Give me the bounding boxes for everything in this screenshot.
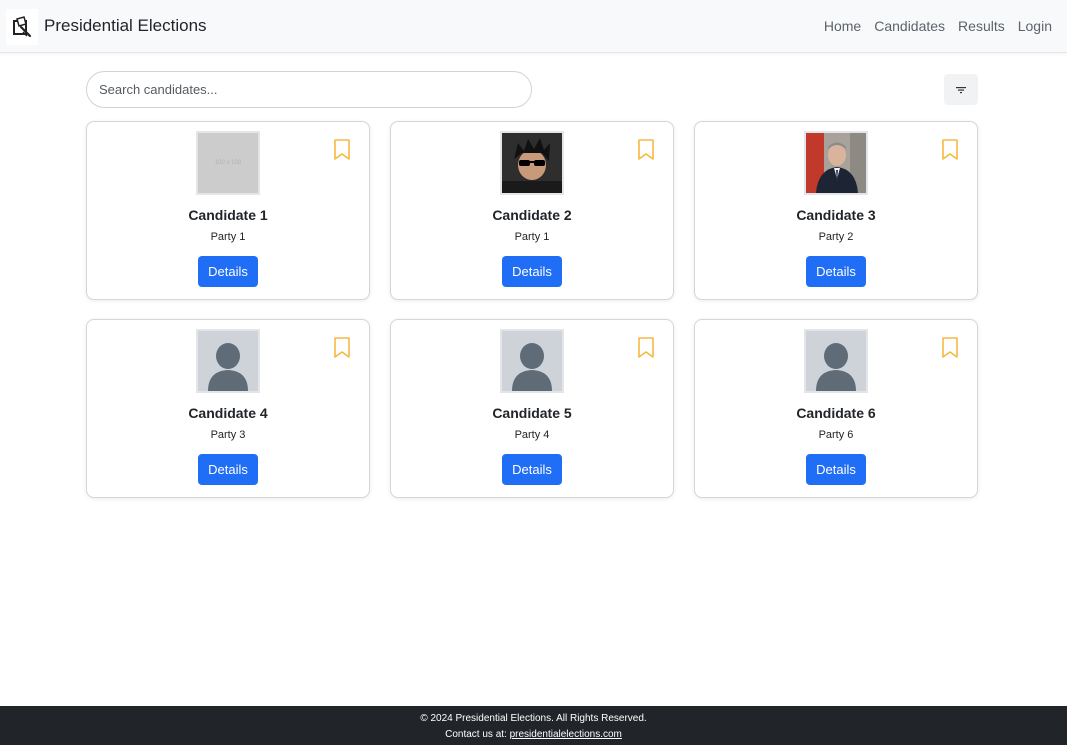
candidate-name: Candidate 3 <box>796 207 876 223</box>
contact-link[interactable]: presidentialelections.com <box>510 729 622 740</box>
candidate-card: Candidate 6 Party 6 Details <box>694 319 978 498</box>
default-user-icon <box>804 329 868 393</box>
details-button[interactable]: Details <box>198 256 258 287</box>
candidate-party: Party 3 <box>210 429 246 441</box>
default-user-icon <box>196 329 260 393</box>
bookmark-icon[interactable] <box>637 337 655 359</box>
details-button[interactable]: Details <box>806 256 866 287</box>
candidate-card: Candidate 5 Party 4 Details <box>390 319 674 498</box>
copyright-text: © 2024 Presidential Elections. All Right… <box>420 713 647 724</box>
site-title[interactable]: Presidential Elections <box>44 16 207 36</box>
nav-results[interactable]: Results <box>958 18 1005 34</box>
navbar: Presidential Elections Home Candidates R… <box>0 0 1067 53</box>
candidate-party: Party 2 <box>818 231 854 243</box>
candidate-photo-avatar <box>500 131 564 195</box>
candidate-card: Candidate 2 Party 1 Details <box>390 121 674 300</box>
nav-home[interactable]: Home <box>824 18 861 34</box>
contact-line: Contact us at: presidentialelections.com <box>0 729 1067 740</box>
candidate-name: Candidate 2 <box>492 207 572 223</box>
nav-links: Home Candidates Results Login <box>824 18 1052 34</box>
candidate-party: Party 6 <box>818 429 854 441</box>
candidate-photo-portrait <box>804 131 868 195</box>
contact-prefix: Contact us at: <box>445 729 510 740</box>
candidate-party: Party 1 <box>210 231 246 243</box>
filter-button[interactable] <box>944 74 978 105</box>
details-button[interactable]: Details <box>502 454 562 485</box>
footer: © 2024 Presidential Elections. All Right… <box>0 706 1067 745</box>
bookmark-icon[interactable] <box>333 337 351 359</box>
bookmark-icon[interactable] <box>941 139 959 161</box>
default-user-icon <box>500 329 564 393</box>
bookmark-icon[interactable] <box>941 337 959 359</box>
placeholder-label: 100 x 100 <box>214 160 242 166</box>
details-button[interactable]: Details <box>198 454 258 485</box>
candidate-name: Candidate 4 <box>188 405 268 421</box>
filter-icon <box>956 86 966 93</box>
nav-candidates[interactable]: Candidates <box>874 18 945 34</box>
search-input[interactable] <box>86 71 532 108</box>
bookmark-icon[interactable] <box>333 139 351 161</box>
candidate-card: Candidate 4 Party 3 Details <box>86 319 370 498</box>
details-button[interactable]: Details <box>806 454 866 485</box>
candidate-name: Candidate 5 <box>492 405 572 421</box>
candidate-photo-placeholder: 100 x 100 <box>196 131 260 195</box>
ballot-box-icon[interactable] <box>6 9 38 45</box>
candidate-name: Candidate 1 <box>188 207 268 223</box>
candidate-party: Party 1 <box>514 231 550 243</box>
candidate-card: Candidate 3 Party 2 Details <box>694 121 978 300</box>
candidate-name: Candidate 6 <box>796 405 876 421</box>
candidate-card: 100 x 100 Candidate 1 Party 1 Details <box>86 121 370 300</box>
candidate-party: Party 4 <box>514 429 550 441</box>
nav-login[interactable]: Login <box>1018 18 1052 34</box>
bookmark-icon[interactable] <box>637 139 655 161</box>
details-button[interactable]: Details <box>502 256 562 287</box>
